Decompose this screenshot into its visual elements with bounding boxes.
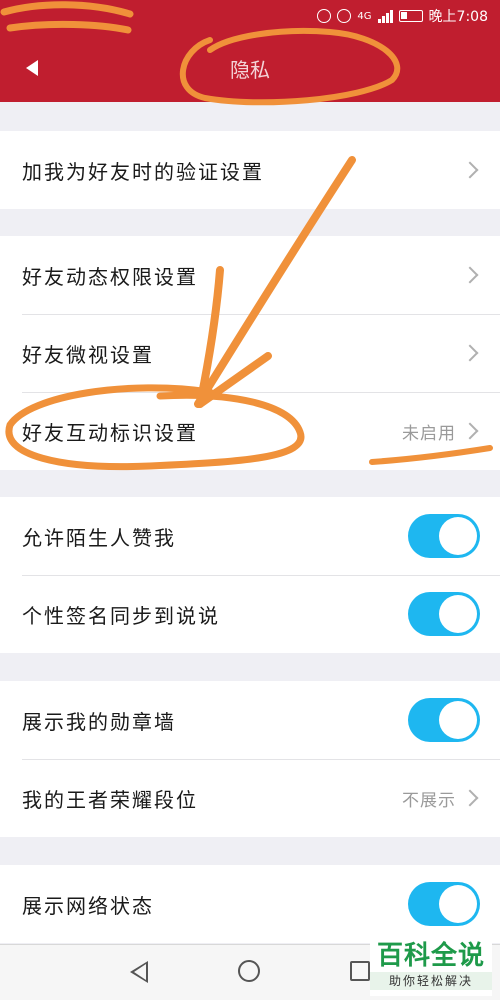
settings-group-verification: 加我为好友时的验证设置 bbox=[0, 131, 500, 209]
signal-icon bbox=[377, 9, 393, 23]
header-bar: 4G 晚上7:08 隐私 bbox=[0, 0, 500, 102]
row-honor-of-kings-rank[interactable]: 我的王者荣耀段位 不展示 bbox=[0, 759, 500, 837]
toggle-knob bbox=[439, 885, 477, 923]
privacy-settings-screen: 4G 晚上7:08 隐私 加我为好友时的验证设置 好友动态权限设置 好友微视设置 bbox=[0, 0, 500, 1000]
watermark-subtitle: 助你轻松解决 bbox=[370, 972, 492, 990]
alarm-icon bbox=[317, 9, 332, 23]
row-value: 未启用 bbox=[402, 423, 456, 444]
clock-icon bbox=[337, 9, 352, 23]
chevron-right-icon bbox=[461, 789, 479, 807]
toggle-knob bbox=[439, 701, 477, 739]
chevron-right-icon bbox=[461, 161, 479, 179]
nav-back-icon[interactable] bbox=[130, 961, 148, 983]
status-bar: 4G 晚上7:08 bbox=[0, 0, 500, 34]
row-label: 好友互动标识设置 bbox=[22, 420, 198, 445]
row-medal-wall: 展示我的勋章墙 bbox=[0, 681, 500, 759]
row-friend-verification[interactable]: 加我为好友时的验证设置 bbox=[0, 131, 500, 209]
chevron-right-icon bbox=[461, 266, 479, 284]
row-friend-weishi[interactable]: 好友微视设置 bbox=[0, 314, 500, 392]
status-icons: 4G 晚上7:08 bbox=[317, 6, 488, 26]
row-label: 加我为好友时的验证设置 bbox=[22, 159, 264, 184]
network-status-toggle[interactable] bbox=[408, 882, 480, 926]
row-label: 我的王者荣耀段位 bbox=[22, 787, 198, 812]
watermark-title: 百科全说 bbox=[376, 941, 485, 971]
nav-recent-apps-icon[interactable] bbox=[350, 961, 370, 981]
chevron-right-icon bbox=[461, 344, 479, 362]
row-allow-stranger-likes: 允许陌生人赞我 bbox=[0, 497, 500, 575]
row-signature-sync: 个性签名同步到说说 bbox=[0, 575, 500, 653]
status-time: 晚上7:08 bbox=[428, 9, 488, 25]
settings-group-network: 展示网络状态 bbox=[0, 865, 500, 943]
settings-group-display: 展示我的勋章墙 我的王者荣耀段位 不展示 bbox=[0, 681, 500, 837]
toggle-knob bbox=[439, 517, 477, 555]
row-label: 展示我的勋章墙 bbox=[22, 709, 176, 734]
watermark-logo: 百科全说 助你轻松解决 bbox=[370, 940, 492, 996]
row-label: 允许陌生人赞我 bbox=[22, 525, 176, 550]
chevron-right-icon bbox=[461, 422, 479, 440]
row-label: 好友动态权限设置 bbox=[22, 264, 198, 289]
network-type: 4G bbox=[357, 10, 372, 22]
medal-wall-toggle[interactable] bbox=[408, 698, 480, 742]
battery-icon bbox=[398, 10, 423, 22]
row-network-status: 展示网络状态 bbox=[0, 865, 500, 943]
row-label: 个性签名同步到说说 bbox=[22, 603, 220, 628]
settings-group-friends: 好友动态权限设置 好友微视设置 好友互动标识设置 未启用 bbox=[0, 236, 500, 470]
nav-home-icon[interactable] bbox=[238, 960, 260, 982]
signature-sync-toggle[interactable] bbox=[408, 592, 480, 636]
row-friend-interaction-badge[interactable]: 好友互动标识设置 未启用 bbox=[0, 392, 500, 470]
toggle-knob bbox=[439, 595, 477, 633]
row-value: 不展示 bbox=[402, 790, 456, 811]
row-label: 好友微视设置 bbox=[22, 342, 154, 367]
stranger-likes-toggle[interactable] bbox=[408, 514, 480, 558]
row-label: 展示网络状态 bbox=[22, 893, 154, 918]
settings-group-profile: 允许陌生人赞我 个性签名同步到说说 bbox=[0, 497, 500, 653]
row-friend-feed-permission[interactable]: 好友动态权限设置 bbox=[0, 236, 500, 314]
page-title: 隐私 bbox=[230, 58, 270, 82]
